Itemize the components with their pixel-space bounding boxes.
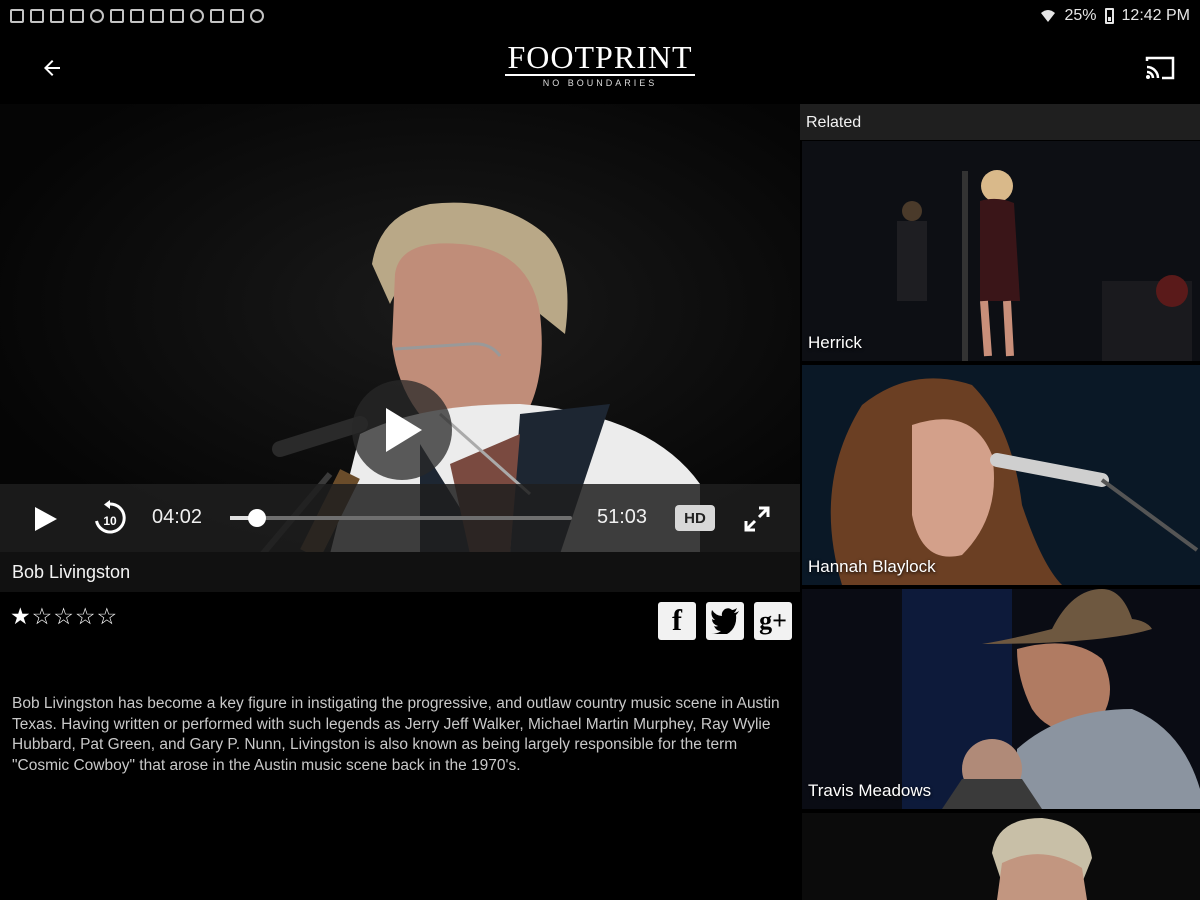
related-thumbnail: [802, 365, 1200, 585]
settings-icon: [250, 9, 264, 23]
notification-icons: [10, 9, 264, 23]
replay-10-button[interactable]: 10: [92, 500, 128, 536]
fullscreen-button[interactable]: [742, 504, 772, 534]
plus-icon: [190, 9, 204, 23]
related-item-travis-meadows[interactable]: Travis Meadows: [802, 589, 1200, 809]
related-item-label: Herrick: [808, 333, 862, 352]
image-icon: [30, 9, 44, 23]
related-item-label: Travis Meadows: [808, 781, 932, 800]
hd-quality-button[interactable]: HD: [675, 505, 715, 531]
current-time: 04:02: [152, 506, 203, 528]
related-item-4[interactable]: [802, 813, 1200, 900]
wifi-icon: [1041, 10, 1056, 22]
star-empty-icon[interactable]: ☆: [75, 603, 96, 629]
video-icon: [70, 9, 84, 23]
video-title-bar: Bob Livingston: [0, 552, 800, 592]
flipboard-icon: [150, 9, 164, 23]
image-icon: [50, 9, 64, 23]
battery-percent: 25%: [1064, 7, 1097, 24]
car-icon: [210, 9, 224, 23]
clock: 12:42 PM: [1121, 7, 1190, 24]
twitter-icon: [711, 608, 739, 634]
flipboard-icon: [170, 9, 184, 23]
facebook-icon: f: [672, 604, 682, 637]
star-empty-icon[interactable]: ☆: [32, 603, 53, 629]
google-plus-share-button[interactable]: g+: [754, 602, 792, 640]
car-icon: [130, 9, 144, 23]
app-logo: FOOTPRINT NO BOUNDARIES: [500, 40, 700, 88]
cast-icon: [1145, 56, 1175, 80]
play-icon: [386, 408, 422, 452]
related-item-hannah-blaylock[interactable]: Hannah Blaylock: [802, 365, 1200, 585]
seek-bar[interactable]: [230, 509, 572, 527]
replay-seconds: 10: [103, 514, 117, 528]
play-icon: [35, 507, 57, 531]
status-right: 25% 12:42 PM: [1040, 7, 1190, 25]
arrow-left-icon: [44, 60, 60, 76]
related-header: Related: [800, 104, 1200, 140]
related-item-label: Hannah Blaylock: [808, 557, 936, 576]
download-icon: [110, 9, 124, 23]
play-overlay-button[interactable]: [352, 380, 452, 480]
replay-10-icon: 10: [95, 500, 126, 534]
fullscreen-icon: [744, 506, 770, 532]
video-title: Bob Livingston: [12, 562, 131, 582]
battery-icon: [1104, 8, 1114, 24]
star-filled-icon[interactable]: ★: [10, 603, 31, 629]
twitter-share-button[interactable]: [706, 602, 744, 640]
play-button[interactable]: [30, 504, 60, 534]
car-icon: [230, 9, 244, 23]
back-button[interactable]: [34, 50, 70, 86]
seek-thumb[interactable]: [248, 509, 267, 527]
player-controls: 10 04:02 51:03 HD: [0, 484, 800, 552]
star-empty-icon[interactable]: ☆: [53, 603, 74, 629]
status-bar: 25% 12:42 PM: [0, 0, 1200, 32]
logo-title: FOOTPRINT: [505, 39, 695, 76]
related-panel: Related Herrick Hannah Blaylock Travis M…: [800, 104, 1200, 900]
cloud-icon: [90, 9, 104, 23]
google-plus-icon: g+: [759, 606, 787, 635]
star-empty-icon[interactable]: ☆: [97, 603, 118, 629]
facebook-share-button[interactable]: f: [658, 602, 696, 640]
total-time: 51:03: [597, 506, 648, 528]
related-item-herrick[interactable]: Herrick: [802, 141, 1200, 361]
related-thumbnail: [802, 589, 1200, 809]
cast-button[interactable]: [1142, 50, 1178, 86]
gallery-icon: [10, 9, 24, 23]
video-description: Bob Livingston has become a key figure i…: [12, 695, 780, 774]
related-thumbnail: [802, 813, 1200, 900]
logo-subtitle: NO BOUNDARIES: [542, 78, 658, 88]
app-bar: FOOTPRINT NO BOUNDARIES: [0, 32, 1200, 104]
star-rating[interactable]: ★ ☆ ☆ ☆ ☆: [10, 603, 117, 629]
share-buttons: f g+: [658, 602, 792, 640]
related-thumbnail: [802, 141, 1200, 361]
